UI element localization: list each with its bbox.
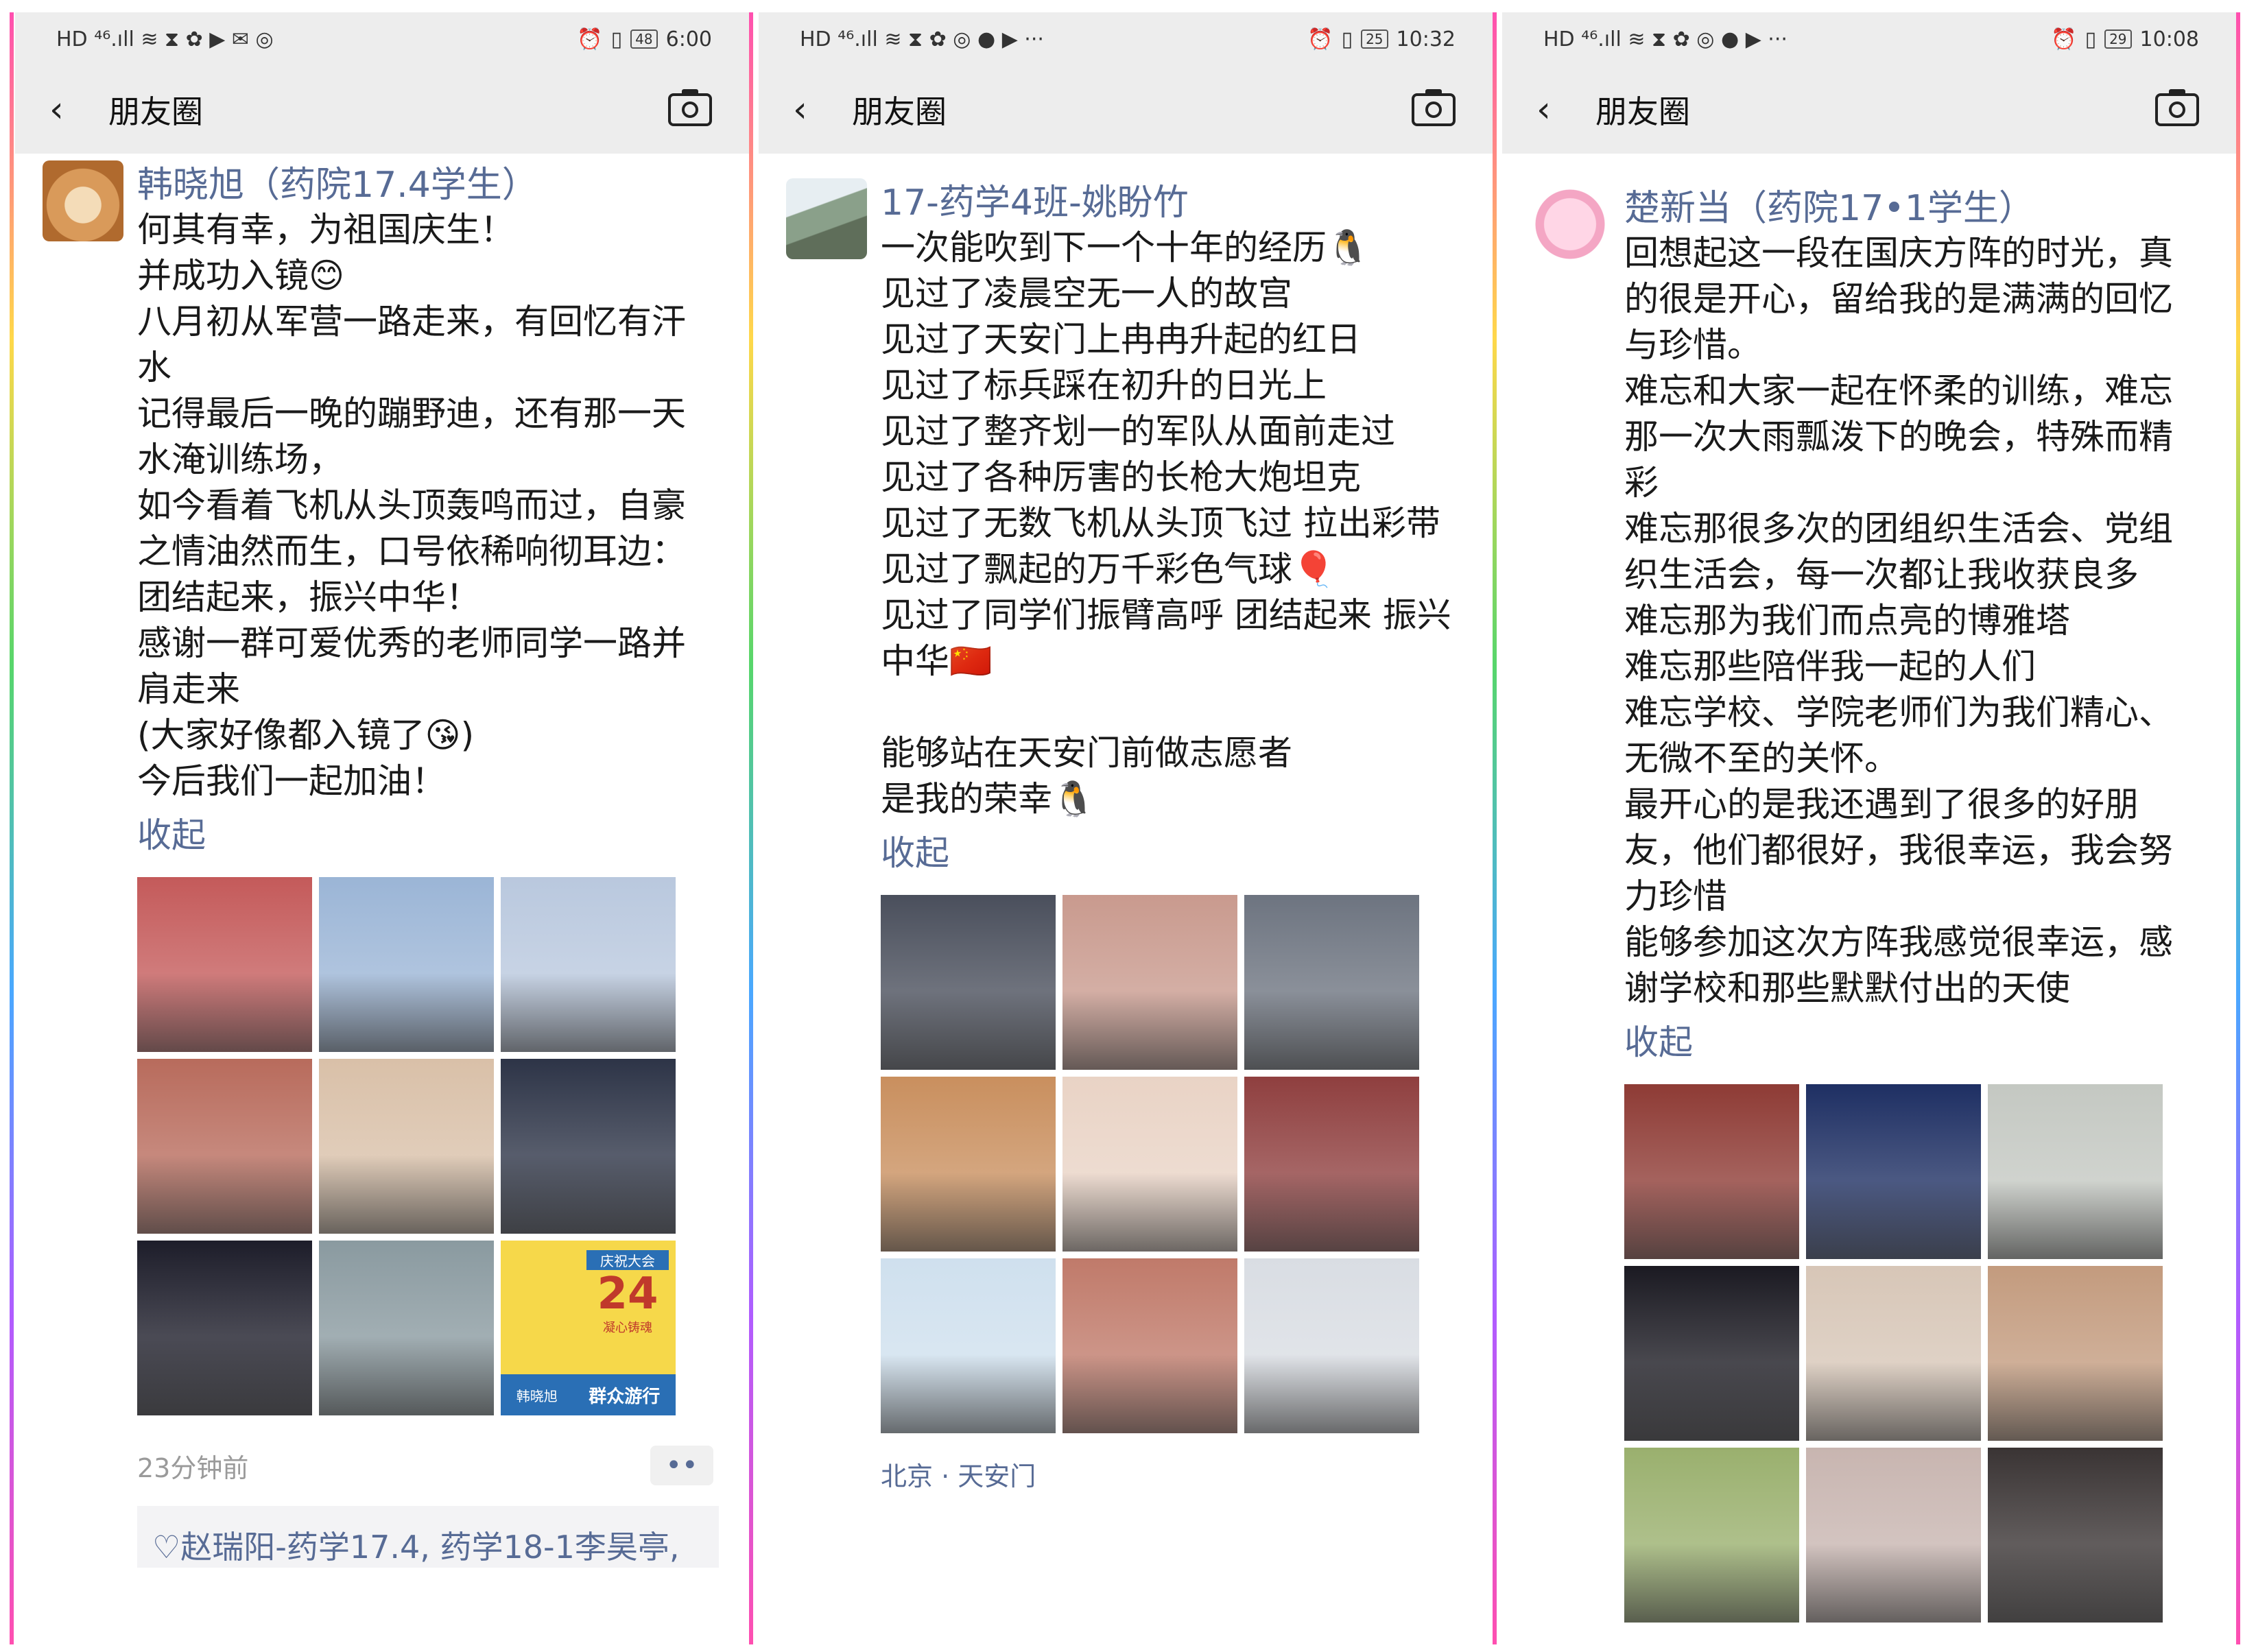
clock: 6:00 <box>665 27 712 51</box>
photo-thumbnail[interactable] <box>1624 1448 1799 1623</box>
alarm-icon: ⏰ <box>1307 27 1333 51</box>
photo-thumbnail[interactable] <box>1062 1077 1237 1252</box>
photo-thumbnail[interactable] <box>1806 1084 1981 1259</box>
photo-thumbnail[interactable] <box>319 1241 494 1415</box>
back-icon[interactable]: ‹ <box>49 89 91 130</box>
photo-grid: 庆祝大会 24 凝心铸魂韩晓旭 群众游行 <box>137 877 719 1415</box>
status-icons: HD ⁴⁶.ıll ≋ ⧗ ✿ ◎ ● ▶ ··· <box>800 27 1044 51</box>
photo-thumbnail[interactable] <box>1244 1077 1419 1252</box>
post-text: 何其有幸，为祖国庆生！ 并成功入镜😊 八月初从军营一路走来，有回忆有汗水 记得最… <box>137 210 686 801</box>
camera-icon[interactable] <box>2155 89 2199 126</box>
collapse-link[interactable]: 收起 <box>881 829 1462 877</box>
photo-thumbnail[interactable] <box>501 1059 676 1234</box>
clock: 10:08 <box>2139 27 2199 51</box>
photo-grid <box>1624 1084 2206 1623</box>
nav-bar: ‹ 朋友圈 <box>759 66 1497 154</box>
photo-thumbnail[interactable] <box>319 1059 494 1234</box>
post-time: 23分钟前 <box>137 1452 249 1483</box>
phone-screen-3: HD ⁴⁶.ıll ≋ ⧗ ✿ ◎ ● ▶ ··· ⏰ ▯ 29 10:08 ‹… <box>1502 12 2240 1644</box>
page-title: 朋友圈 <box>1595 93 1690 130</box>
back-icon[interactable]: ‹ <box>793 89 834 130</box>
badge-event: 群众游行 <box>589 1386 661 1407</box>
photo-thumbnail[interactable] <box>501 877 676 1052</box>
photo-thumbnail[interactable] <box>1062 895 1237 1070</box>
moment-post: 韩晓旭（药院17.4学生） 何其有幸，为祖国庆生！ 并成功入镜😊 八月初从军营一… <box>15 154 753 1568</box>
post-author[interactable]: 楚新当（药院17•1学生） <box>1624 187 2206 230</box>
photo-grid <box>881 895 1462 1433</box>
avatar[interactable] <box>786 178 867 259</box>
photo-thumbnail[interactable] <box>319 877 494 1052</box>
avatar[interactable] <box>1530 184 1611 265</box>
nav-bar: ‹ 朋友圈 <box>15 66 753 154</box>
badge-number: 24 <box>597 1269 658 1319</box>
photo-thumbnail[interactable] <box>1244 1258 1419 1433</box>
post-text: 一次能吹到下一个十年的经历🐧 见过了凌晨空无一人的故宫 见过了天安门上冉冉升起的… <box>881 228 1451 819</box>
avatar[interactable] <box>43 160 123 241</box>
collapse-link[interactable]: 收起 <box>1624 1018 2206 1066</box>
photo-thumbnail[interactable] <box>1624 1084 1799 1259</box>
photo-thumbnail[interactable] <box>1244 895 1419 1070</box>
location-link[interactable]: 北京 · 天安门 <box>881 1455 1462 1493</box>
page-title: 朋友圈 <box>852 93 947 130</box>
vibrate-icon: ▯ <box>1341 27 1353 51</box>
back-icon[interactable]: ‹ <box>1536 89 1578 130</box>
photo-thumbnail[interactable] <box>137 1059 312 1234</box>
camera-icon[interactable] <box>1412 89 1456 126</box>
photo-thumbnail[interactable] <box>1988 1448 2163 1623</box>
phone-screen-1: HD ⁴⁶.ıll ≋ ⧗ ✿ ▶ ✉ ◎ ⏰ ▯ 48 6:00 ‹ 朋友圈 … <box>15 12 753 1644</box>
vibrate-icon: ▯ <box>610 27 623 51</box>
photo-thumbnail[interactable] <box>1624 1266 1799 1441</box>
photo-thumbnail[interactable] <box>1806 1266 1981 1441</box>
photo-thumbnail[interactable] <box>1806 1448 1981 1623</box>
divider <box>2236 12 2240 1644</box>
post-author[interactable]: 韩晓旭（药院17.4学生） <box>137 163 719 207</box>
alarm-icon: ⏰ <box>2051 27 2077 51</box>
vibrate-icon: ▯ <box>2085 27 2097 51</box>
photo-thumbnail[interactable] <box>137 1241 312 1415</box>
badge-subtitle: 凝心铸魂 <box>603 1321 652 1335</box>
nav-bar: ‹ 朋友圈 <box>1502 66 2240 154</box>
divider <box>749 12 753 1644</box>
divider <box>1493 12 1497 1644</box>
phone-screen-2: HD ⁴⁶.ıll ≋ ⧗ ✿ ◎ ● ▶ ··· ⏰ ▯ 25 10:32 ‹… <box>759 12 1497 1644</box>
camera-icon[interactable] <box>668 89 712 126</box>
likes-bar[interactable]: ♡赵瑞阳-药学17.4, 药学18-1李昊亭, <box>137 1506 719 1568</box>
battery-icon: 25 <box>1361 29 1388 49</box>
status-bar: HD ⁴⁶.ıll ≋ ⧗ ✿ ◎ ● ▶ ··· ⏰ ▯ 25 10:32 <box>759 12 1497 66</box>
photo-thumbnail[interactable] <box>1988 1266 2163 1441</box>
post-text: 回想起这一段在国庆方阵的时光，真的很是开心，留给我的是满满的回忆与珍惜。 难忘和… <box>1624 233 2173 1008</box>
photo-thumbnail[interactable] <box>881 1258 1056 1433</box>
post-author[interactable]: 17-药学4班-姚盼竹 <box>881 181 1462 225</box>
badge-title: 庆祝大会 <box>586 1250 669 1270</box>
photo-thumbnail[interactable] <box>137 877 312 1052</box>
moment-post: 17-药学4班-姚盼竹 一次能吹到下一个十年的经历🐧 见过了凌晨空无一人的故宫 … <box>759 154 1497 1493</box>
left-border <box>10 12 14 1644</box>
page-title: 朋友圈 <box>108 93 203 130</box>
photo-thumbnail[interactable]: 庆祝大会 24 凝心铸魂韩晓旭 群众游行 <box>501 1241 676 1415</box>
badge-name: 韩晓旭 <box>516 1387 558 1404</box>
photo-thumbnail[interactable] <box>881 1077 1056 1252</box>
moment-post: 楚新当（药院17•1学生） 回想起这一段在国庆方阵的时光，真的很是开心，留给我的… <box>1502 154 2240 1623</box>
status-icons: HD ⁴⁶.ıll ≋ ⧗ ✿ ◎ ● ▶ ··· <box>1543 27 1788 51</box>
alarm-icon: ⏰ <box>577 27 603 51</box>
photo-thumbnail[interactable] <box>1062 1258 1237 1433</box>
photo-thumbnail[interactable] <box>1988 1084 2163 1259</box>
status-icons: HD ⁴⁶.ıll ≋ ⧗ ✿ ▶ ✉ ◎ <box>56 27 274 51</box>
status-bar: HD ⁴⁶.ıll ≋ ⧗ ✿ ◎ ● ▶ ··· ⏰ ▯ 29 10:08 <box>1502 12 2240 66</box>
clock: 10:32 <box>1396 27 1456 51</box>
battery-icon: 29 <box>2104 29 2132 49</box>
status-bar: HD ⁴⁶.ıll ≋ ⧗ ✿ ▶ ✉ ◎ ⏰ ▯ 48 6:00 <box>15 12 753 66</box>
more-actions-button[interactable]: •• <box>650 1446 713 1485</box>
battery-icon: 48 <box>630 29 658 49</box>
collapse-link[interactable]: 收起 <box>137 811 719 859</box>
photo-thumbnail[interactable] <box>881 895 1056 1070</box>
